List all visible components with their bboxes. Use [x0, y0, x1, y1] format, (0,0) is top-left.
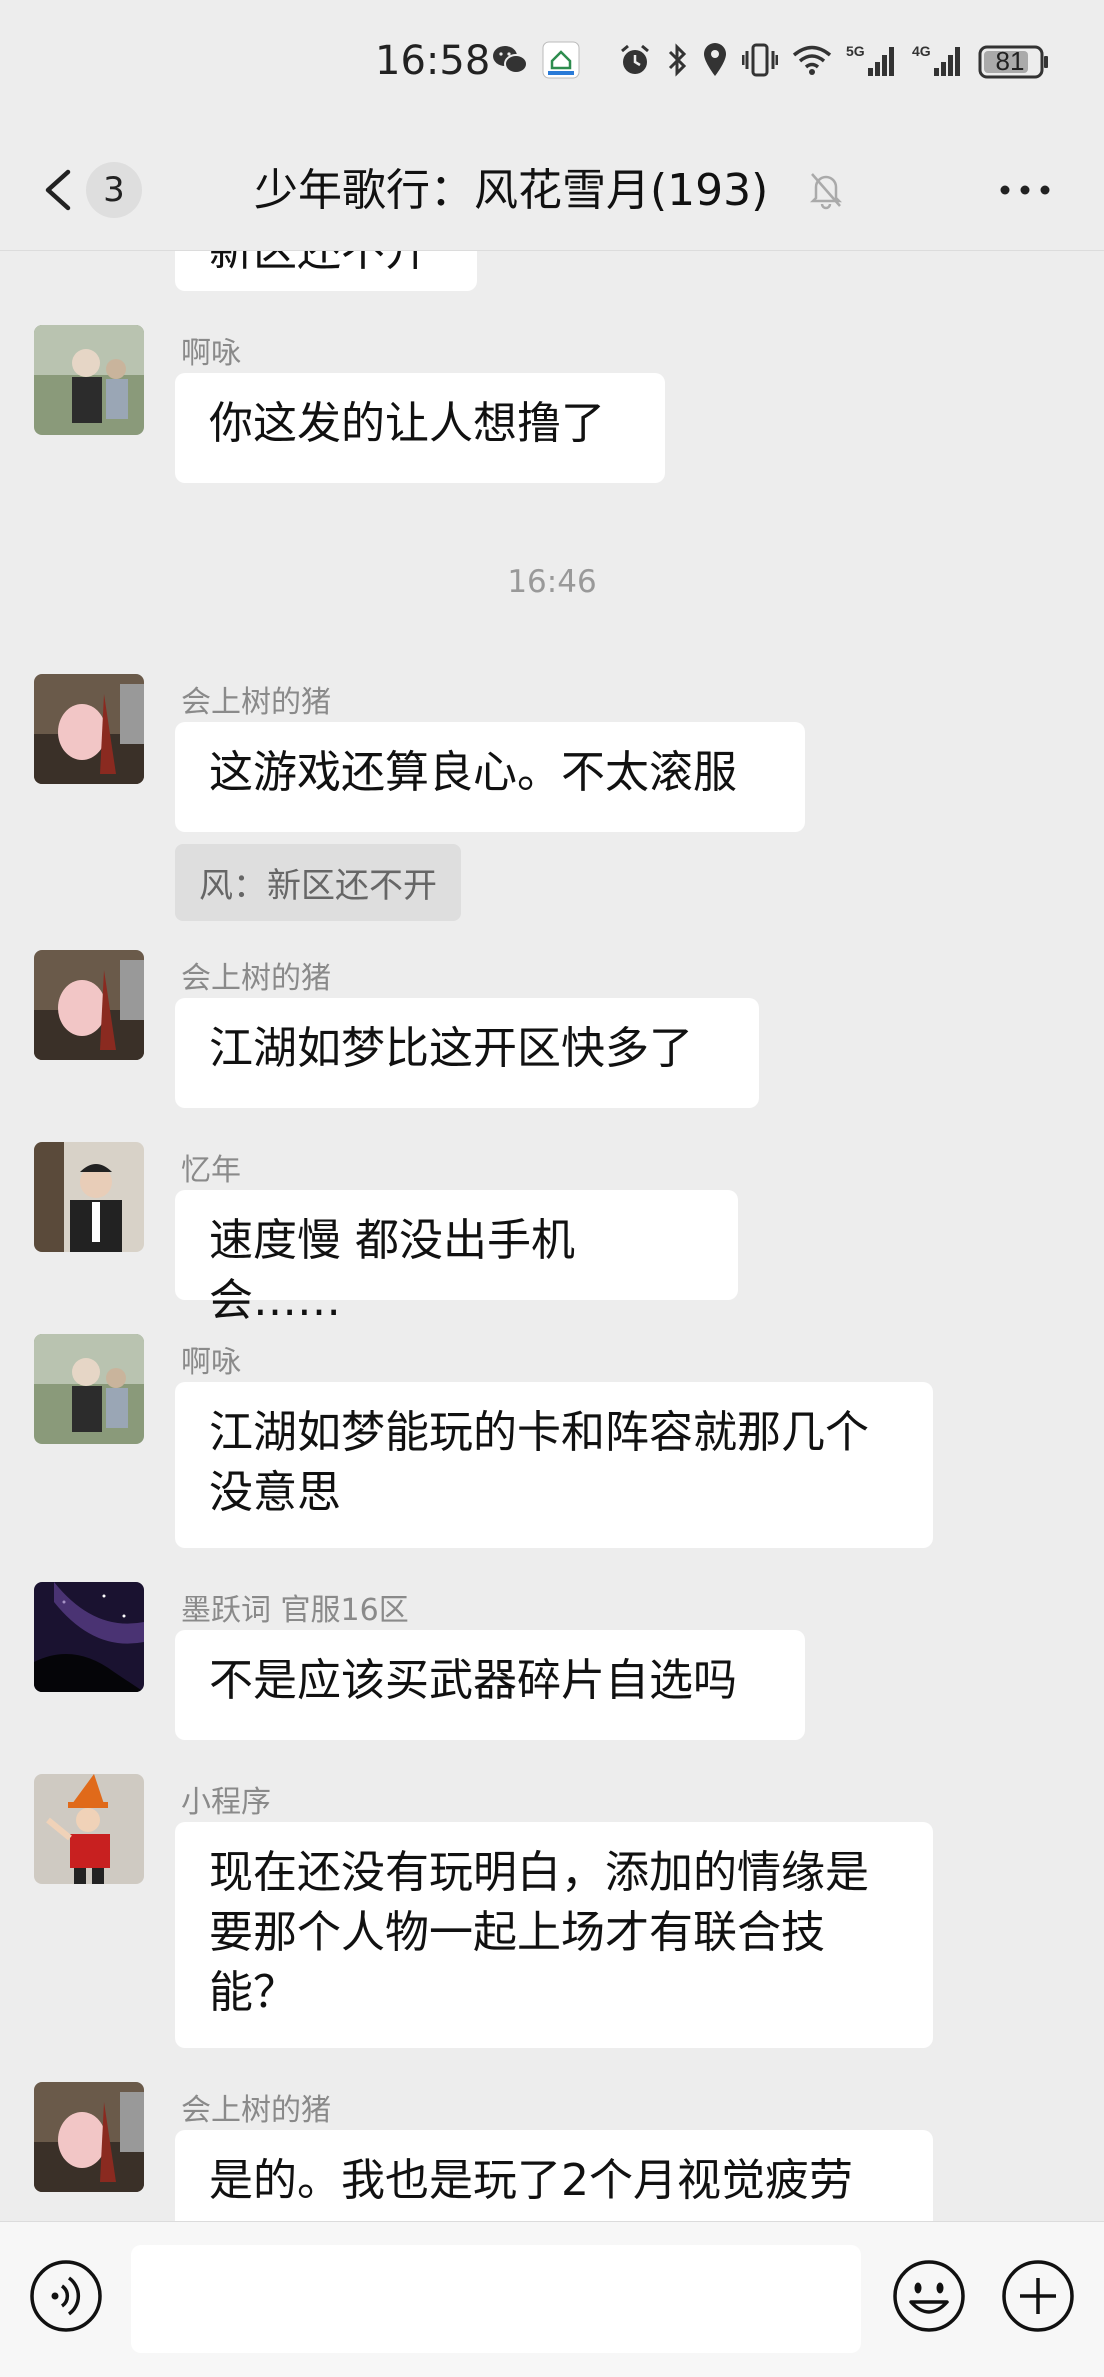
location-icon: [702, 42, 728, 82]
sender-name: 会上树的猪: [181, 961, 331, 996]
sender-name: 会上树的猪: [181, 2093, 331, 2128]
back-button[interactable]: [38, 160, 78, 220]
status-bar: 16:58 5G 4G 81: [0, 0, 1104, 130]
message-bubble-partial[interactable]: 新区还不开: [175, 251, 477, 291]
battery-icon: 81: [978, 45, 1050, 79]
alarm-icon: [618, 43, 652, 81]
message-bubble[interactable]: 是的。我也是玩了2个月视觉疲劳: [175, 2130, 933, 2221]
sender-name: 小程序: [181, 1785, 271, 1820]
notification-icons: [492, 41, 580, 83]
signal-5g-icon: 5G: [846, 42, 898, 82]
message-bubble[interactable]: 速度慢 都没出手机会……: [175, 1190, 738, 1326]
more-functions-button[interactable]: [1000, 2258, 1076, 2338]
avatar[interactable]: [34, 1334, 144, 1444]
emoji-button[interactable]: [891, 2258, 967, 2338]
message-input[interactable]: [131, 2245, 861, 2353]
chat-area[interactable]: 新区还不开 啊咏 你这发的让人想撸了 16:46 会上树的猪 这游戏还算良心。不…: [0, 251, 1104, 2221]
chat-timestamp: 16:46: [507, 564, 597, 600]
sender-name: 忆年: [181, 1153, 241, 1188]
avatar[interactable]: [34, 674, 144, 784]
input-bar: [0, 2221, 1104, 2377]
message-bubble[interactable]: 这游戏还算良心。不太滚服: [175, 722, 805, 832]
svg-text:5G: 5G: [846, 43, 865, 59]
chat-title: 少年歌行：风花雪月(193): [254, 165, 769, 216]
message-bubble[interactable]: 你这发的让人想撸了: [175, 373, 665, 483]
svg-text:4G: 4G: [912, 43, 931, 59]
wechat-icon: [492, 44, 528, 80]
more-options-icon[interactable]: [995, 170, 1055, 214]
unread-count-badge[interactable]: 3: [86, 162, 142, 218]
sender-name: 啊咏: [181, 1345, 241, 1380]
sender-name: 会上树的猪: [181, 685, 331, 720]
avatar[interactable]: [34, 1142, 144, 1252]
avatar[interactable]: [34, 950, 144, 1060]
voice-input-button[interactable]: [28, 2258, 104, 2338]
message-bubble[interactable]: 现在还没有玩明白，添加的情缘是要那个人物一起上场才有联合技能？: [175, 1822, 933, 2048]
avatar[interactable]: [34, 1774, 144, 1884]
status-time: 16:58: [375, 38, 491, 84]
chat-header: 3 少年歌行：风花雪月(193): [0, 130, 1104, 251]
bluetooth-icon: [666, 42, 688, 82]
app-icon: [542, 41, 580, 83]
message-bubble[interactable]: 不是应该买武器碎片自选吗: [175, 1630, 805, 1740]
avatar[interactable]: [34, 1582, 144, 1692]
signal-4g-icon: 4G: [912, 42, 964, 82]
system-icons: 5G 4G 81: [618, 42, 1050, 82]
battery-level: 81: [995, 46, 1025, 76]
avatar[interactable]: [34, 2082, 144, 2192]
vibrate-icon: [741, 43, 779, 81]
message-bubble[interactable]: 江湖如梦能玩的卡和阵容就那几个没意思: [175, 1382, 933, 1548]
avatar[interactable]: [34, 325, 144, 435]
sender-name: 啊咏: [181, 336, 241, 371]
mute-bell-icon: [808, 170, 844, 214]
message-bubble[interactable]: 江湖如梦比这开区快多了: [175, 998, 759, 1108]
wifi-icon: [792, 44, 832, 80]
sender-name: 墨跃词 官服16区: [181, 1593, 409, 1628]
quoted-message[interactable]: 风：新区还不开: [175, 844, 461, 921]
